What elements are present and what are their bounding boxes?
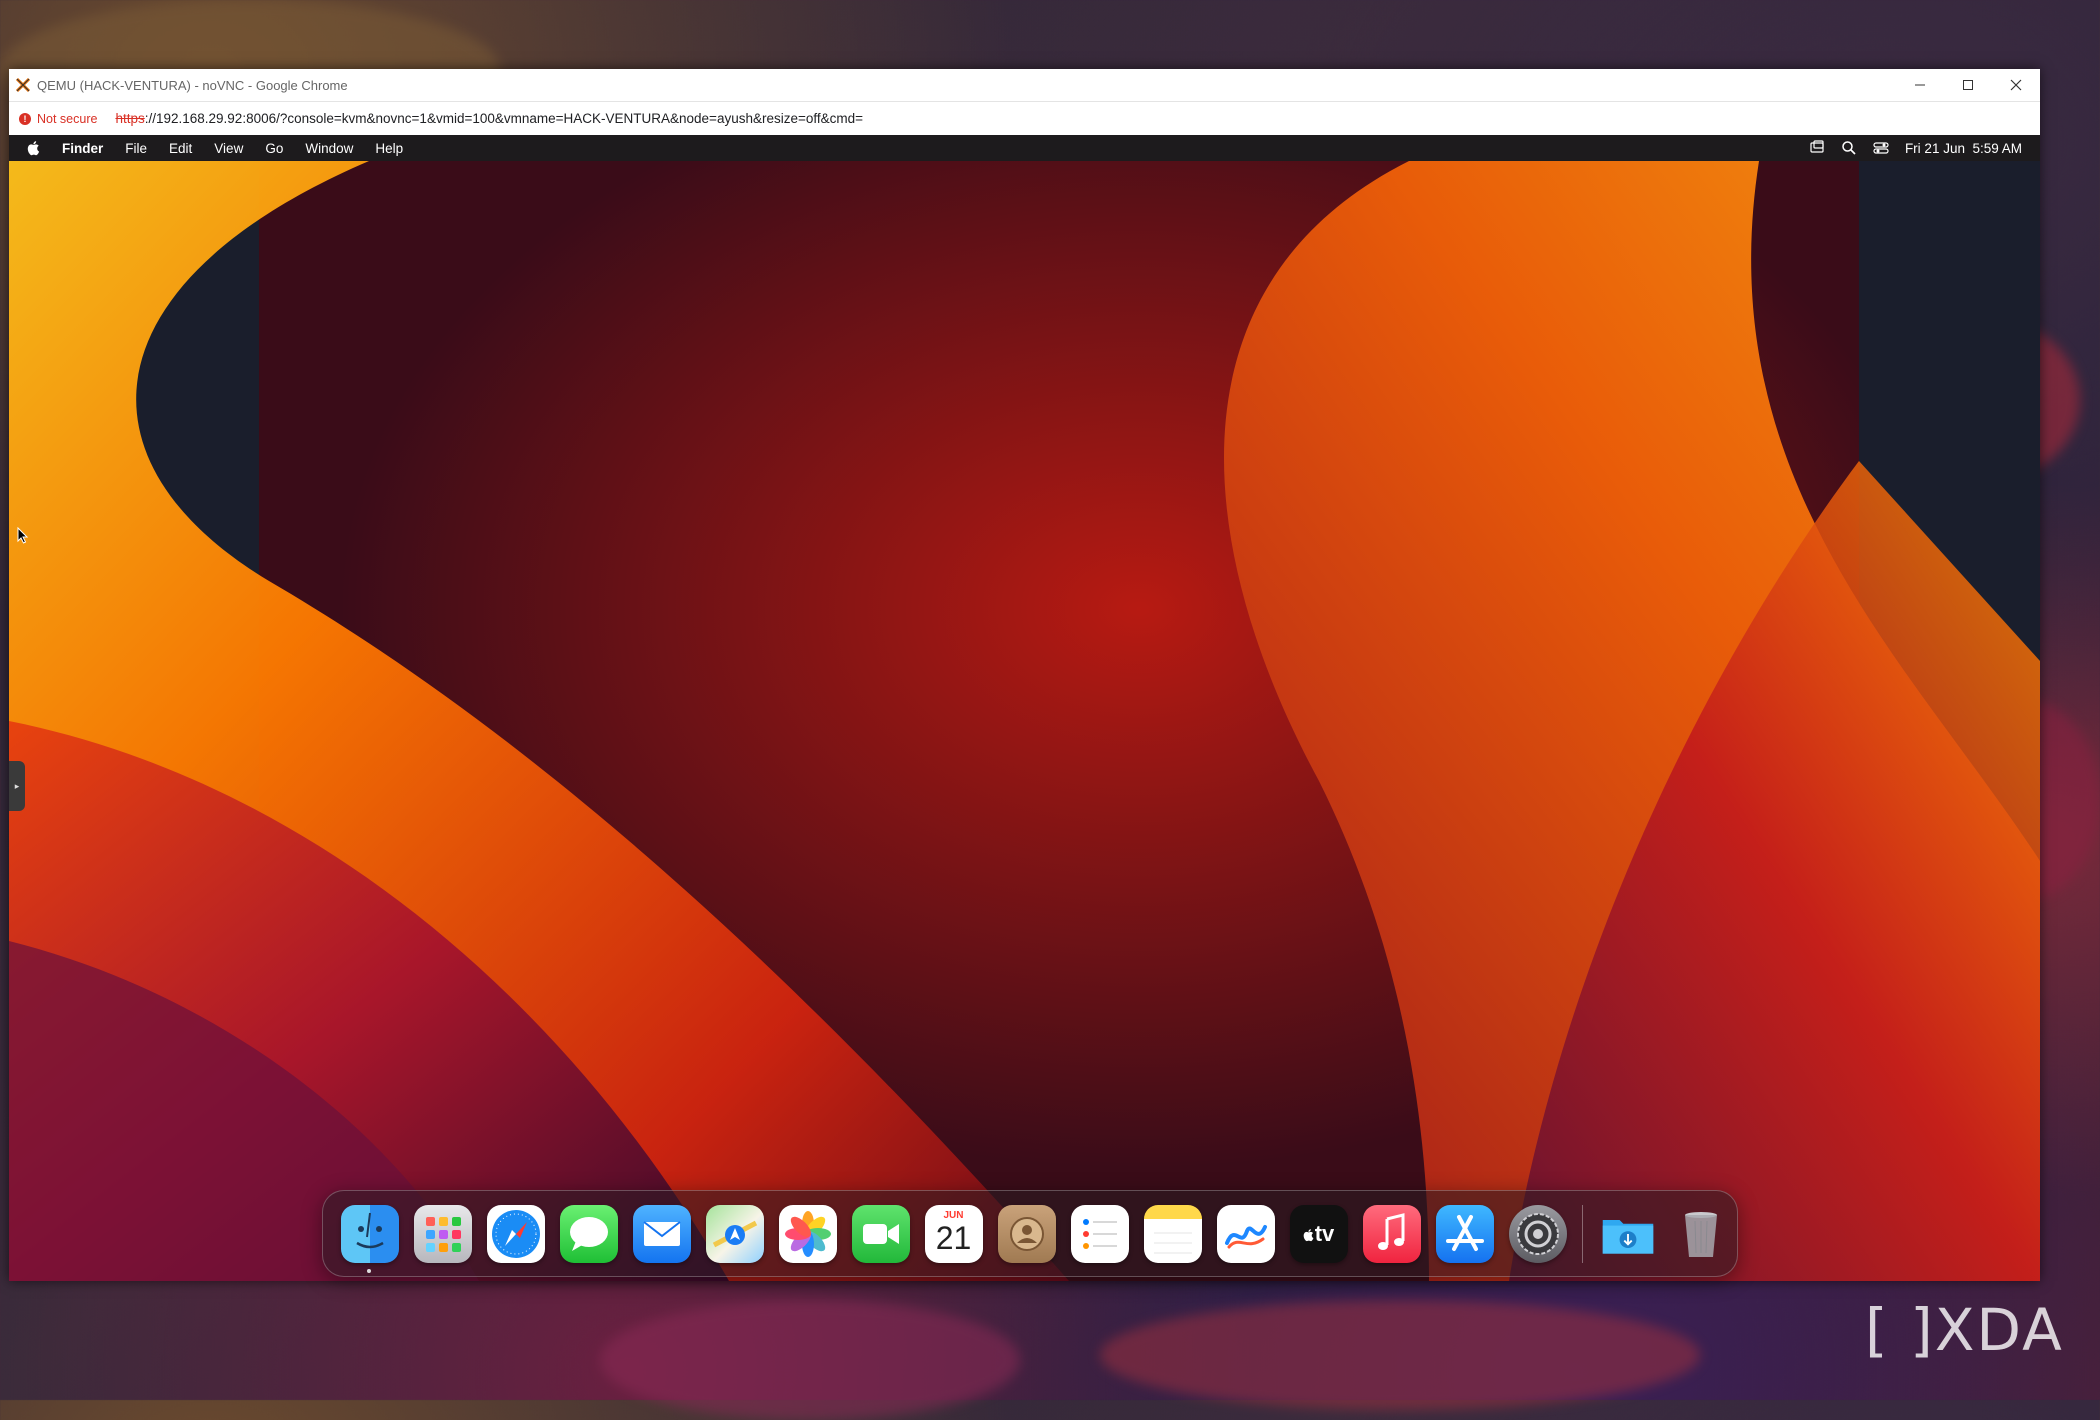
screen-mirroring-icon[interactable]: [1809, 140, 1825, 156]
safari-icon: [491, 1209, 540, 1258]
app-store-icon: [1445, 1214, 1484, 1251]
mail-icon: [642, 1220, 681, 1246]
calendar-month: JUN: [943, 1209, 964, 1221]
finder-icon: [355, 1212, 384, 1248]
control-center-icon[interactable]: [1873, 140, 1889, 156]
novnc-sidebar-handle[interactable]: ▸: [9, 761, 25, 811]
background-foliage: [1100, 1300, 1700, 1410]
window-controls: [1896, 69, 2040, 101]
freeform-icon: [1224, 1224, 1267, 1248]
apple-menu-icon[interactable]: [27, 140, 41, 156]
browser-titlebar: QEMU (HACK-VENTURA) - noVNC - Google Chr…: [9, 69, 2040, 102]
close-button[interactable]: [1992, 69, 2040, 101]
dock-safari[interactable]: [486, 1204, 545, 1263]
photos-icon: [784, 1210, 831, 1257]
mac-menubar: Finder File Edit View Go Window Help Fri…: [9, 135, 2040, 161]
macos-dock: JUN 21 tv: [322, 1190, 1738, 1277]
dock-separator: [1582, 1204, 1583, 1263]
dock-app-store[interactable]: [1435, 1204, 1494, 1263]
url-text: ://192.168.29.92:8006/?console=kvm&novnc…: [144, 111, 864, 126]
maps-icon: [712, 1220, 757, 1247]
dock-reminders[interactable]: [1070, 1204, 1129, 1263]
dock-trash[interactable]: [1672, 1205, 1730, 1263]
menu-window[interactable]: Window: [294, 141, 364, 156]
close-icon: [2010, 79, 2022, 91]
dock-freeform[interactable]: [1216, 1204, 1275, 1263]
menu-view[interactable]: View: [203, 141, 254, 156]
dock-facetime[interactable]: [851, 1204, 910, 1263]
menu-go[interactable]: Go: [254, 141, 294, 156]
menubar-clock[interactable]: Fri 21 Jun 5:59 AM: [1905, 141, 2022, 156]
reminders-icon: [1082, 1218, 1117, 1249]
minimize-button[interactable]: [1896, 69, 1944, 101]
vnc-viewport[interactable]: Finder File Edit View Go Window Help Fri…: [9, 135, 2040, 1281]
menu-file[interactable]: File: [114, 141, 158, 156]
calendar-day: 21: [935, 1219, 972, 1256]
dock-maps[interactable]: [705, 1204, 764, 1263]
music-icon: [1377, 1212, 1404, 1250]
dock-notes[interactable]: [1143, 1204, 1202, 1263]
minimize-icon: [1915, 84, 1925, 86]
url-scheme: https: [115, 111, 145, 126]
qemu-app-icon: [15, 77, 31, 93]
address-bar[interactable]: ! Not secure https://192.168.29.92:8006/…: [9, 102, 2040, 136]
dock-photos[interactable]: [778, 1204, 837, 1263]
ventura-wallpaper: [9, 161, 2040, 1281]
facetime-icon: [862, 1223, 899, 1244]
dock-finder[interactable]: [340, 1204, 399, 1273]
dock-apple-tv[interactable]: tv: [1289, 1204, 1348, 1263]
apple-tv-icon: tv: [1303, 1220, 1335, 1247]
menu-edit[interactable]: Edit: [158, 141, 203, 156]
macos-desktop[interactable]: ▸: [9, 161, 2040, 1281]
dock-downloads[interactable]: [1599, 1205, 1657, 1263]
dock-system-settings[interactable]: [1508, 1204, 1567, 1263]
system-settings-icon: [1516, 1212, 1559, 1255]
contacts-icon: [1009, 1216, 1044, 1251]
dock-contacts[interactable]: [997, 1204, 1056, 1263]
menu-help[interactable]: Help: [364, 141, 414, 156]
window-title: QEMU (HACK-VENTURA) - noVNC - Google Chr…: [37, 77, 348, 93]
security-indicator[interactable]: ! Not secure: [19, 112, 107, 126]
not-secure-label: Not secure: [37, 111, 98, 126]
downloads-folder-icon: [1602, 1219, 1653, 1254]
dock-calendar[interactable]: JUN 21: [924, 1204, 983, 1263]
trash-icon: [1684, 1211, 1717, 1257]
browser-window: QEMU (HACK-VENTURA) - noVNC - Google Chr…: [9, 69, 2040, 1281]
launchpad-icon: [425, 1216, 461, 1252]
notes-icon: [1153, 1232, 1192, 1253]
warning-icon: !: [19, 112, 31, 125]
mouse-cursor-icon: [17, 527, 29, 544]
dock-messages[interactable]: [559, 1204, 618, 1263]
xda-watermark: [ ]XDA: [1865, 1296, 2064, 1364]
spotlight-search-icon[interactable]: [1841, 140, 1857, 156]
maximize-icon: [1963, 80, 1973, 90]
maximize-button[interactable]: [1944, 69, 1992, 101]
apple-tv-label: tv: [1314, 1220, 1335, 1246]
background-foliage: [600, 1300, 1020, 1420]
running-indicator: [366, 1268, 371, 1273]
dock-launchpad[interactable]: [413, 1204, 472, 1263]
messages-icon: [569, 1216, 608, 1251]
dock-mail[interactable]: [632, 1204, 691, 1263]
menu-finder[interactable]: Finder: [51, 141, 114, 156]
dock-music[interactable]: [1362, 1204, 1421, 1263]
